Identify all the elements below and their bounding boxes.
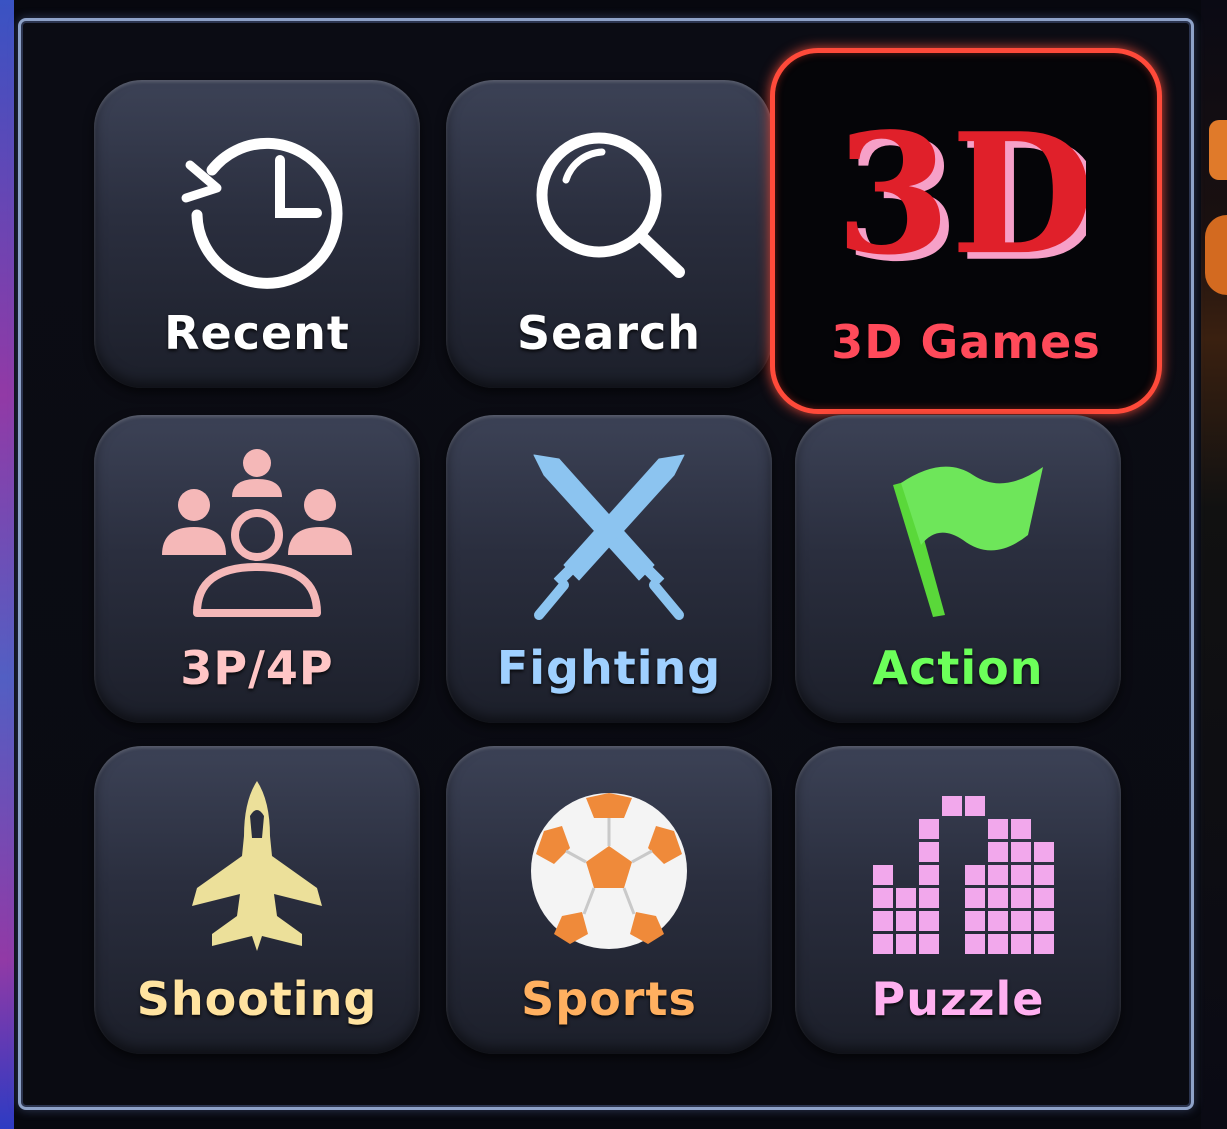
puzzle-block <box>919 865 939 885</box>
puzzle-block <box>919 934 939 954</box>
tile-label: Search <box>516 306 702 360</box>
puzzle-block <box>965 911 985 931</box>
tile-label: Action <box>872 641 1044 695</box>
puzzle-block <box>965 865 985 885</box>
tile-label: Puzzle <box>871 972 1045 1026</box>
puzzle-block <box>896 888 916 908</box>
background-decoration <box>1209 120 1227 180</box>
puzzle-block <box>965 796 985 816</box>
category-tile-action[interactable]: Action <box>795 415 1121 723</box>
category-tile-recent[interactable]: Recent <box>94 80 420 388</box>
green-flag-icon <box>893 466 1043 617</box>
puzzle-block <box>988 865 1008 885</box>
soccer-ball-icon <box>531 793 687 949</box>
magnifier-icon <box>536 132 685 278</box>
puzzle-block <box>965 888 985 908</box>
category-tile-search[interactable]: Search <box>446 80 772 388</box>
puzzle-block <box>873 934 893 954</box>
puzzle-block <box>1011 819 1031 839</box>
puzzle-block <box>1011 911 1031 931</box>
puzzle-block <box>919 888 939 908</box>
3d-text-icon: 3D 3D <box>846 97 1086 299</box>
group-people-icon <box>162 449 352 617</box>
puzzle-block <box>1011 888 1031 908</box>
screen: Recent Search 3D 3D 3D Games 3P/4P Fight… <box>0 0 1227 1129</box>
puzzle-block <box>1034 911 1054 931</box>
tile-label: Sports <box>521 972 697 1026</box>
puzzle-block <box>919 819 939 839</box>
puzzle-block <box>873 865 893 885</box>
category-tile-sports[interactable]: Sports <box>446 746 772 1054</box>
category-tile-3d-games[interactable]: 3D 3D 3D Games <box>770 48 1162 414</box>
puzzle-block <box>988 934 1008 954</box>
puzzle-block <box>873 911 893 931</box>
puzzle-block <box>1034 888 1054 908</box>
3d-icon-text: 3D <box>846 97 1086 292</box>
category-tile-puzzle[interactable]: Puzzle <box>795 746 1121 1054</box>
background-glow-left <box>0 0 14 1129</box>
tile-label: Fighting <box>496 641 722 695</box>
puzzle-block <box>1034 865 1054 885</box>
puzzle-block <box>988 888 1008 908</box>
puzzle-block <box>1011 865 1031 885</box>
puzzle-block <box>965 934 985 954</box>
category-tile-shooting[interactable]: Shooting <box>94 746 420 1054</box>
puzzle-block <box>1011 934 1031 954</box>
puzzle-block <box>988 842 1008 862</box>
puzzle-block <box>942 796 962 816</box>
clock-history-icon <box>181 137 343 289</box>
puzzle-block <box>1034 842 1054 862</box>
category-tile-fighting[interactable]: Fighting <box>446 415 772 723</box>
jet-fighter-icon <box>192 781 322 951</box>
puzzle-block <box>1034 934 1054 954</box>
puzzle-block <box>896 934 916 954</box>
background-decoration <box>1205 215 1227 295</box>
puzzle-block <box>896 911 916 931</box>
puzzle-block <box>919 911 939 931</box>
puzzle-block <box>988 911 1008 931</box>
puzzle-block <box>988 819 1008 839</box>
puzzle-block <box>919 842 939 862</box>
tile-label: 3P/4P <box>180 641 334 695</box>
crossed-swords-icon <box>533 454 685 620</box>
tetris-blocks-icon <box>873 796 1054 954</box>
category-tile-3p-4p[interactable]: 3P/4P <box>94 415 420 723</box>
puzzle-block <box>1011 842 1031 862</box>
tile-label: Recent <box>164 306 350 360</box>
tile-label: 3D Games <box>831 315 1101 369</box>
puzzle-block <box>873 888 893 908</box>
tile-label: Shooting <box>136 972 378 1026</box>
